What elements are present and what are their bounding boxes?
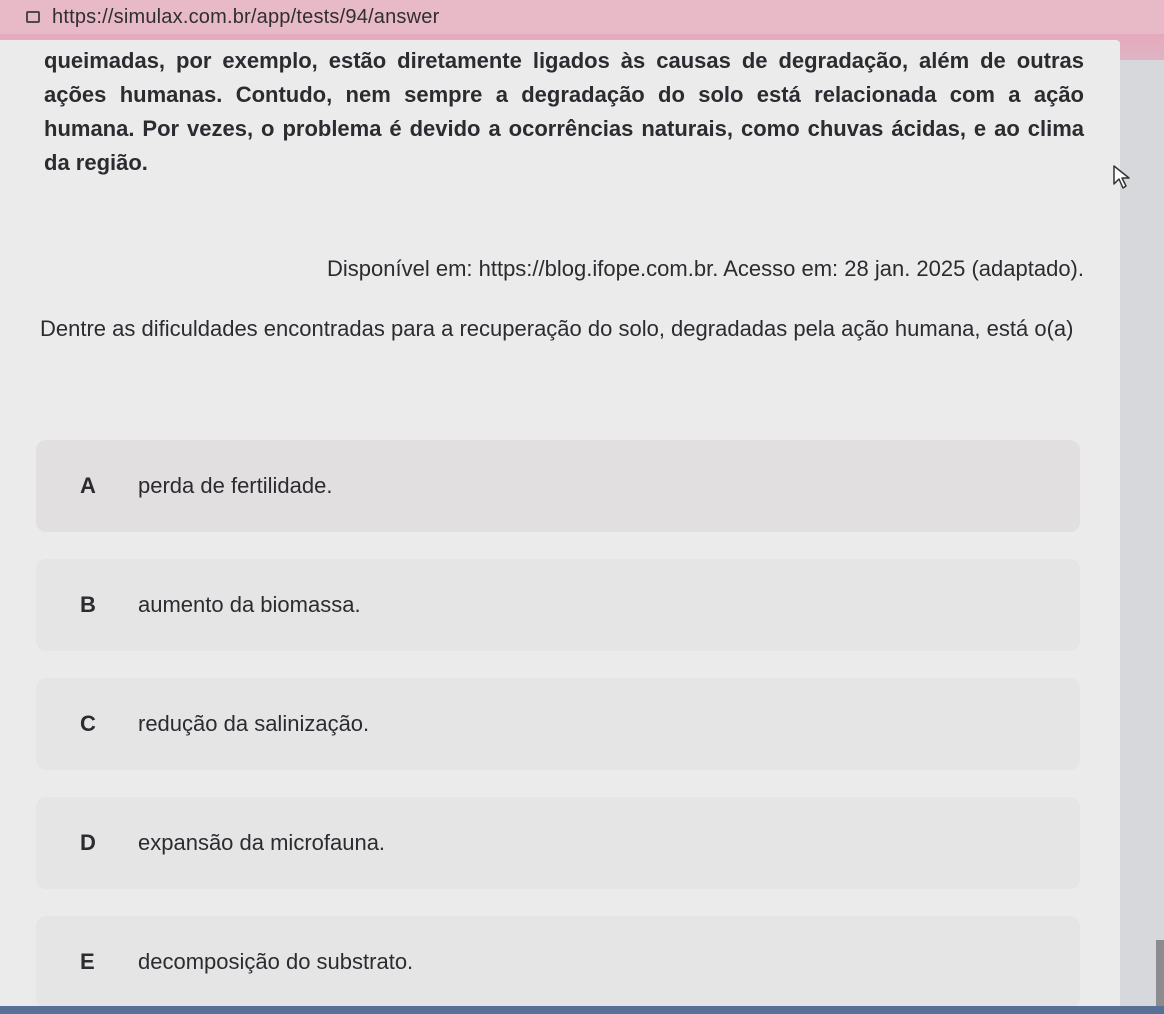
- taskbar-edge: [0, 1006, 1164, 1014]
- address-bar[interactable]: https://simulax.com.br/app/tests/94/answ…: [0, 0, 1164, 34]
- screen: https://simulax.com.br/app/tests/94/answ…: [0, 0, 1164, 1014]
- option-text: decomposição do substrato.: [138, 949, 414, 974]
- option-c[interactable]: C redução da salinização.: [36, 678, 1080, 770]
- option-d[interactable]: D expansão da microfauna.: [36, 797, 1080, 889]
- option-text: expansão da microfauna.: [138, 830, 386, 855]
- question-prompt: Dentre as dificuldades encontradas para …: [40, 316, 1074, 341]
- option-letter: B: [80, 592, 96, 617]
- option-a[interactable]: A perda de fertilidade.: [36, 440, 1080, 532]
- passage-text: queimadas, por exemplo, estão diretament…: [44, 48, 1084, 175]
- option-letter: D: [80, 830, 96, 855]
- right-sidebar: [1120, 60, 1164, 1014]
- source-citation: Disponível em: https://blog.ifope.com.br…: [327, 256, 1084, 281]
- option-letter: E: [80, 949, 95, 974]
- answer-options: A perda de fertilidade. B aumento da bio…: [36, 440, 1080, 1014]
- option-text: perda de fertilidade.: [138, 473, 333, 498]
- scrollbar-thumb[interactable]: [1156, 940, 1164, 1010]
- cursor-icon: [1113, 165, 1130, 189]
- url-text[interactable]: https://simulax.com.br/app/tests/94/answ…: [52, 6, 439, 29]
- option-text: aumento da biomassa.: [138, 592, 361, 617]
- option-b[interactable]: B aumento da biomassa.: [36, 559, 1080, 651]
- page-icon: [26, 11, 40, 23]
- option-e[interactable]: E decomposição do substrato.: [36, 916, 1080, 1008]
- option-text: redução da salinização.: [138, 711, 370, 736]
- option-letter: A: [80, 473, 96, 498]
- option-letter: C: [80, 711, 96, 736]
